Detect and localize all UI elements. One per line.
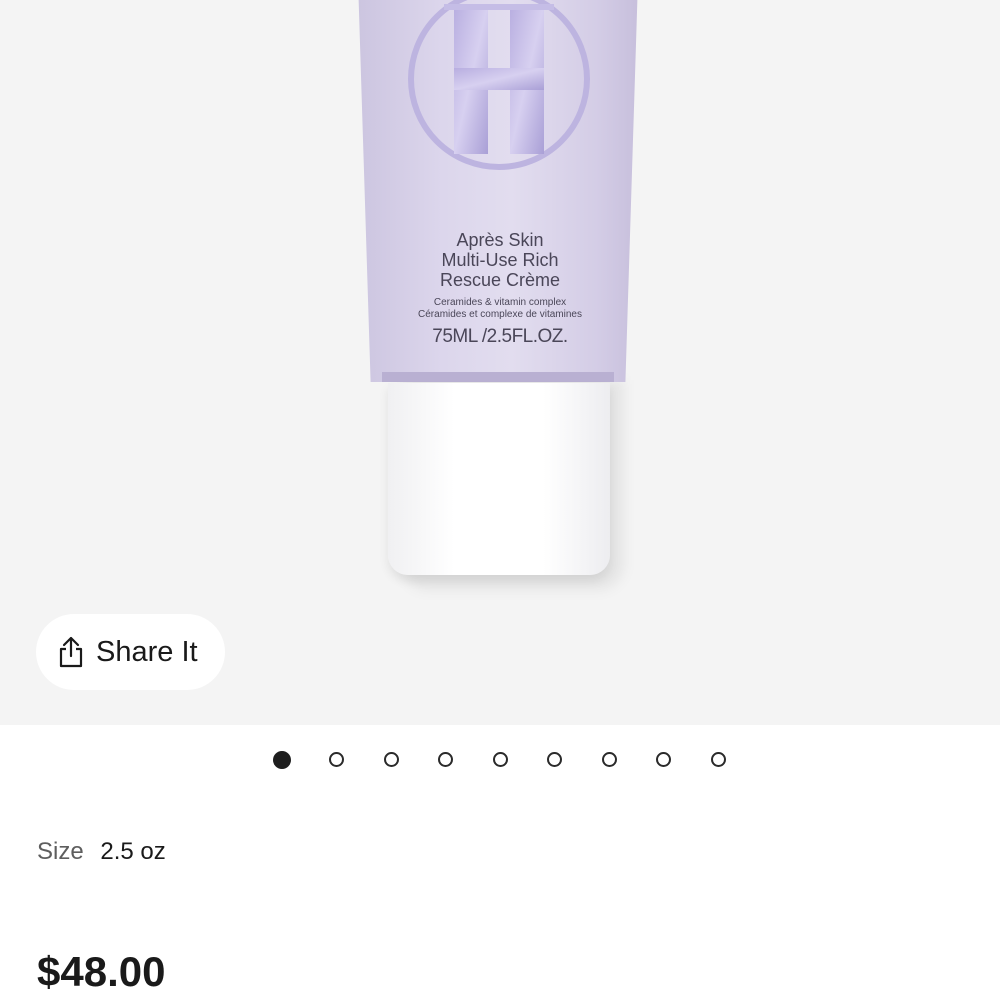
share-label: Share It bbox=[96, 635, 198, 668]
product-subtitle-line: Céramides et complexe de vitamines bbox=[418, 309, 582, 320]
carousel-dot[interactable] bbox=[492, 752, 508, 767]
brand-logo bbox=[408, 0, 590, 170]
product-name-line: Après Skin bbox=[456, 230, 544, 250]
tube-band bbox=[382, 372, 614, 382]
carousel-dot[interactable] bbox=[656, 752, 671, 767]
share-icon bbox=[59, 636, 83, 668]
product-name-line: Rescue Crème bbox=[439, 270, 561, 290]
product-image-gallery[interactable]: Après Skin Multi-Use Rich Rescue Crème C… bbox=[0, 0, 1000, 725]
carousel-dot[interactable] bbox=[601, 752, 617, 767]
size-label: Size bbox=[37, 838, 84, 865]
tube-cap bbox=[388, 383, 610, 575]
size-value: 2.5 oz bbox=[100, 838, 166, 865]
carousel-dot[interactable] bbox=[710, 752, 726, 767]
carousel-dot[interactable] bbox=[438, 752, 453, 767]
carousel-dot[interactable] bbox=[273, 751, 291, 769]
product-name: Après Skin Multi-Use Rich Rescue Crème bbox=[400, 230, 600, 290]
share-button[interactable]: Share It bbox=[36, 614, 225, 690]
product-name-line: Multi-Use Rich bbox=[441, 250, 559, 270]
carousel-dot[interactable] bbox=[547, 752, 562, 767]
carousel-dot[interactable] bbox=[329, 752, 344, 767]
size-row: Size 2.5 oz bbox=[37, 838, 166, 866]
product-volume: 75ML /2.5FL.OZ. bbox=[432, 326, 568, 347]
product-price: $48.00 bbox=[37, 948, 166, 995]
carousel-indicator bbox=[0, 751, 1000, 772]
carousel-dot[interactable] bbox=[383, 752, 399, 767]
product-subtitle-line: Ceramides & vitamin complex bbox=[433, 297, 567, 308]
product-subtitle: Ceramides & vitamin complex Céramides et… bbox=[400, 297, 600, 321]
